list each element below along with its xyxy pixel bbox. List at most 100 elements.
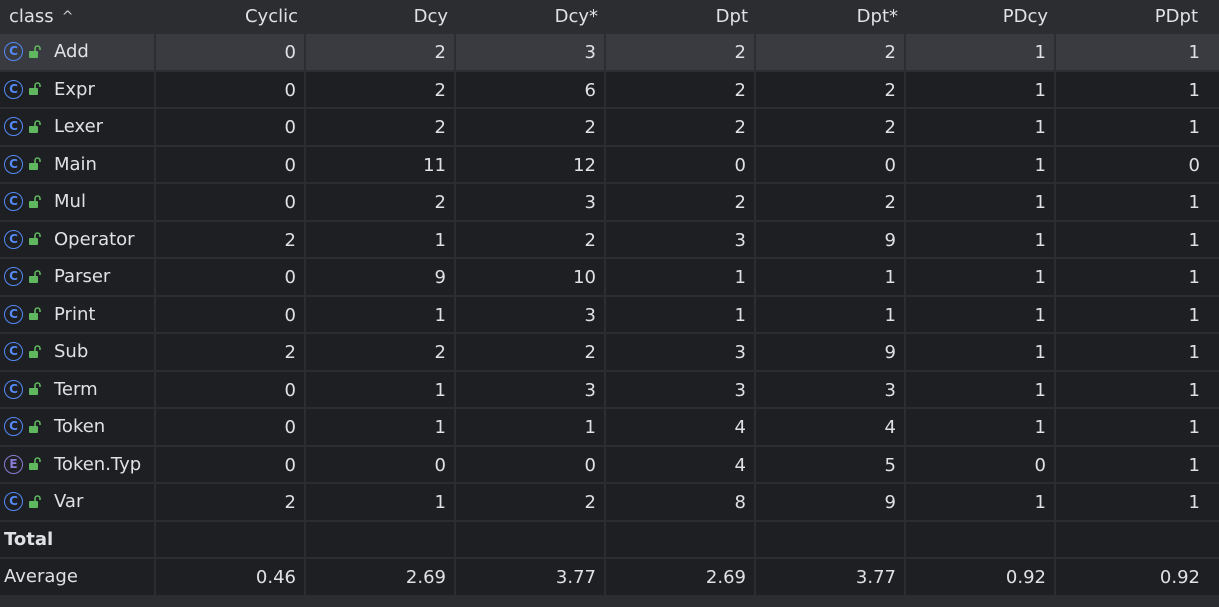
dpt-star-cell: 9 <box>756 484 906 522</box>
cyclic-cell: 0 <box>156 446 306 484</box>
pdpt-cell: 1 <box>1056 334 1219 372</box>
dpt-cell: 8 <box>606 484 756 522</box>
dcy-star-cell: 3 <box>456 184 606 222</box>
dcy-star-cell: 2 <box>456 109 606 147</box>
pdpt-cell: 1 <box>1056 446 1219 484</box>
total-cell <box>1056 521 1219 559</box>
dcy-star-cell: 0 <box>456 446 606 484</box>
metrics-table: class ^ Cyclic Dcy Dcy* Dpt Dpt* PDcy PD… <box>0 0 1219 607</box>
class-cell: C Term <box>0 371 156 409</box>
class-name: Sub <box>54 341 89 363</box>
pdpt-cell: 1 <box>1056 184 1219 222</box>
class-icon: C <box>4 267 23 287</box>
open-lock-icon <box>29 194 41 208</box>
table-row[interactable]: E Token.Typ 0 0 0 4 5 0 1 <box>0 446 1219 484</box>
open-lock-icon <box>29 419 41 433</box>
dcy-cell: 1 <box>306 484 456 522</box>
dcy-star-cell: 10 <box>456 259 606 297</box>
table-row[interactable]: C Term 0 1 3 3 3 1 1 <box>0 371 1219 409</box>
dcy-cell: 1 <box>306 409 456 447</box>
dpt-star-cell: 4 <box>756 409 906 447</box>
class-cell: C Print <box>0 296 156 334</box>
column-header-dcy[interactable]: Dcy <box>306 0 456 34</box>
dcy-cell: 11 <box>306 146 456 184</box>
dpt-star-cell: 2 <box>756 109 906 147</box>
column-header-pdcy[interactable]: PDcy <box>906 0 1056 34</box>
table-row[interactable]: C Token 0 1 1 4 4 1 1 <box>0 409 1219 447</box>
dpt-star-cell: 2 <box>756 184 906 222</box>
column-header-cyclic[interactable]: Cyclic <box>156 0 306 34</box>
pdcy-cell: 1 <box>906 484 1056 522</box>
pdpt-cell: 1 <box>1056 409 1219 447</box>
cyclic-cell: 0 <box>156 184 306 222</box>
dpt-star-cell: 2 <box>756 34 906 72</box>
table-row[interactable]: C Parser 0 9 10 1 1 1 1 <box>0 259 1219 297</box>
dcy-cell: 1 <box>306 221 456 259</box>
table-row[interactable]: C Lexer 0 2 2 2 2 1 1 <box>0 109 1219 147</box>
open-lock-icon <box>29 82 41 96</box>
class-cell: C Main <box>0 146 156 184</box>
column-header-class[interactable]: class ^ <box>0 0 156 34</box>
open-lock-icon <box>29 494 41 508</box>
dcy-star-cell: 2 <box>456 484 606 522</box>
open-lock-icon <box>29 269 41 283</box>
dcy-cell: 1 <box>306 371 456 409</box>
table-row[interactable]: C Add 0 2 3 2 2 1 1 <box>0 34 1219 72</box>
table-row[interactable]: C Print 0 1 3 1 1 1 1 <box>0 296 1219 334</box>
total-cell <box>156 521 306 559</box>
pdcy-cell: 1 <box>906 221 1056 259</box>
dpt-cell: 3 <box>606 334 756 372</box>
class-name: Token.Typ <box>54 453 142 475</box>
table-row[interactable]: C Mul 0 2 3 2 2 1 1 <box>0 184 1219 222</box>
dpt-cell: 3 <box>606 221 756 259</box>
cyclic-cell: 2 <box>156 221 306 259</box>
open-lock-icon <box>29 344 41 358</box>
average-pdcy-cell: 0.92 <box>906 559 1056 597</box>
class-icon: C <box>4 379 23 399</box>
dpt-star-cell: 0 <box>756 146 906 184</box>
class-name: Var <box>54 491 84 513</box>
class-cell: C Add <box>0 34 156 72</box>
class-icon: C <box>4 117 23 137</box>
pdpt-cell: 1 <box>1056 109 1219 147</box>
dcy-star-cell: 3 <box>456 371 606 409</box>
column-header-dpt[interactable]: Dpt <box>606 0 756 34</box>
table-header: class ^ Cyclic Dcy Dcy* Dpt Dpt* PDcy PD… <box>0 0 1219 34</box>
class-icon: C <box>4 154 23 174</box>
pdpt-cell: 1 <box>1056 71 1219 109</box>
class-name: Term <box>54 378 98 400</box>
table-row[interactable]: C Expr 0 2 6 2 2 1 1 <box>0 71 1219 109</box>
column-header-dpt-star[interactable]: Dpt* <box>756 0 906 34</box>
dpt-cell: 1 <box>606 296 756 334</box>
pdpt-cell: 1 <box>1056 259 1219 297</box>
open-lock-icon <box>29 307 41 321</box>
dpt-cell: 0 <box>606 146 756 184</box>
dcy-star-cell: 3 <box>456 296 606 334</box>
cyclic-cell: 0 <box>156 146 306 184</box>
pdpt-cell: 1 <box>1056 296 1219 334</box>
pdcy-cell: 1 <box>906 334 1056 372</box>
class-cell: C Expr <box>0 71 156 109</box>
table-row[interactable]: C Main 0 11 12 0 0 1 0 <box>0 146 1219 184</box>
column-header-pdpt[interactable]: PDpt <box>1056 0 1219 34</box>
dcy-cell: 9 <box>306 259 456 297</box>
total-cell <box>906 521 1056 559</box>
total-cell <box>306 521 456 559</box>
pdcy-cell: 1 <box>906 71 1056 109</box>
open-lock-icon <box>29 232 41 246</box>
total-cell <box>606 521 756 559</box>
dpt-star-cell: 1 <box>756 296 906 334</box>
table-row[interactable]: C Operator 2 1 2 3 9 1 1 <box>0 221 1219 259</box>
enum-icon: E <box>4 454 23 474</box>
dpt-star-cell: 3 <box>756 371 906 409</box>
average-label: Average <box>0 559 156 597</box>
column-header-dcy-star[interactable]: Dcy* <box>456 0 606 34</box>
column-header-label: class <box>9 6 54 27</box>
table-row[interactable]: C Sub 2 2 2 3 9 1 1 <box>0 334 1219 372</box>
sort-ascending-icon: ^ <box>61 9 74 25</box>
table-row[interactable]: C Var 2 1 2 8 9 1 1 <box>0 484 1219 522</box>
cyclic-cell: 0 <box>156 34 306 72</box>
cyclic-cell: 0 <box>156 109 306 147</box>
open-lock-icon <box>29 457 41 471</box>
cyclic-cell: 0 <box>156 409 306 447</box>
